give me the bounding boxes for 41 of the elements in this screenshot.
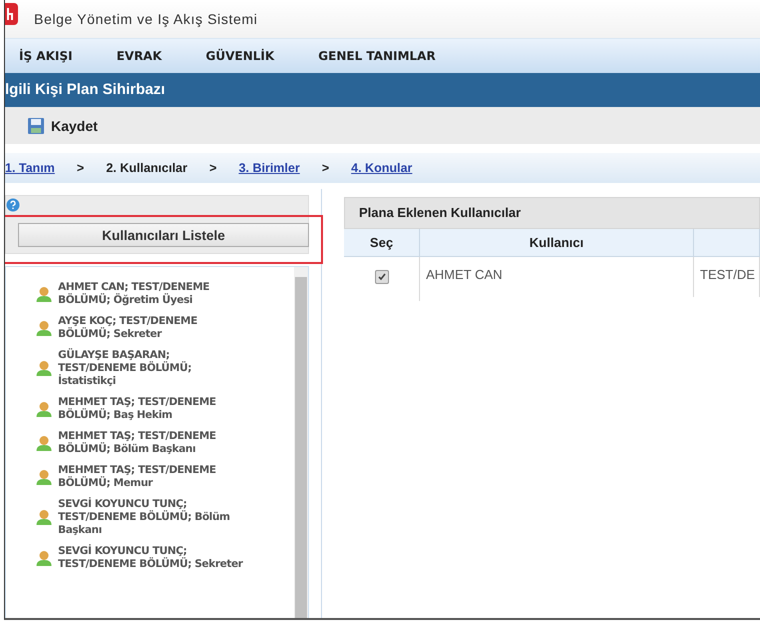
page-title: lgili Kişi Plan Sihirbazı xyxy=(5,73,760,107)
scrollbar[interactable] xyxy=(294,267,308,618)
user-entry[interactable]: SEVGİ KOYUNCU TUNÇ; TEST/DENEME BÖLÜMÜ; Sekreter xyxy=(58,545,243,571)
user-entry[interactable]: MEHMET TAŞ; TEST/DENEME BÖLÜMÜ; Memur xyxy=(58,464,243,490)
checkbox[interactable] xyxy=(374,270,388,284)
checkmark-icon xyxy=(376,272,386,282)
user-icon xyxy=(36,509,52,526)
user-icon xyxy=(36,286,52,302)
app-title: Belge Yönetim ve Iş Akış Sistemi xyxy=(34,11,258,27)
step-separator: > xyxy=(76,161,84,175)
table-header-cell xyxy=(694,229,760,257)
user-icon xyxy=(36,360,52,377)
user-icon xyxy=(36,434,52,452)
step-separator: > xyxy=(322,161,330,175)
wizard-step[interactable]: 1. Tanım xyxy=(5,161,55,175)
wizard-step[interactable]: 2. Kullanıcılar xyxy=(106,161,188,175)
user-entry[interactable]: MEHMET TAŞ; TEST/DENEME BÖLÜMÜ; Baş Hekim xyxy=(58,396,243,422)
user-entry[interactable]: MEHMET TAŞ; TEST/DENEME BÖLÜMÜ; Bölüm Başkanı xyxy=(58,430,243,456)
user-entry[interactable]: AYŞE KOÇ; TEST/DENEME BÖLÜMÜ; Sekreter xyxy=(58,315,243,341)
user-icon xyxy=(36,550,52,566)
step-separator: > xyxy=(209,161,217,175)
table-title: Plana Eklenen Kullanıcılar xyxy=(344,197,760,229)
wizard-step[interactable]: 3. Birimler xyxy=(238,161,300,175)
menu-item[interactable]: GENEL TANIMLAR xyxy=(318,49,436,63)
user-entry[interactable]: GÜLAYŞE BAŞARAN; TEST/DENEME BÖLÜMÜ; İstatistikçi xyxy=(58,349,243,388)
list-users-button[interactable]: Kullanıcıları Listele xyxy=(18,223,309,247)
menu-item[interactable]: EVRAK xyxy=(116,49,162,63)
wizard-step[interactable]: 4. Konular xyxy=(351,161,412,175)
save-button[interactable]: Kaydet xyxy=(27,116,98,134)
menu-item[interactable]: GÜVENLİK xyxy=(206,49,274,63)
user-icon xyxy=(36,320,52,336)
user-entry[interactable]: SEVGİ KOYUNCU TUNÇ; TEST/DENEME BÖLÜMÜ; Bölüm Başkanı xyxy=(58,498,243,537)
table-cell: AHMET CAN xyxy=(420,257,694,297)
table-cell: TEST/DE xyxy=(694,257,760,297)
column-header: Seç xyxy=(344,229,420,257)
user-entry[interactable]: AHMET CAN; TEST/DENEME BÖLÜMÜ; Öğretim Üyesi xyxy=(58,281,243,307)
user-icon xyxy=(36,468,52,486)
menu-item[interactable]: İŞ AKIŞI xyxy=(19,49,72,63)
user-icon xyxy=(36,400,52,418)
column-header: Kullanıcı xyxy=(420,229,694,257)
help-icon[interactable] xyxy=(6,198,20,212)
